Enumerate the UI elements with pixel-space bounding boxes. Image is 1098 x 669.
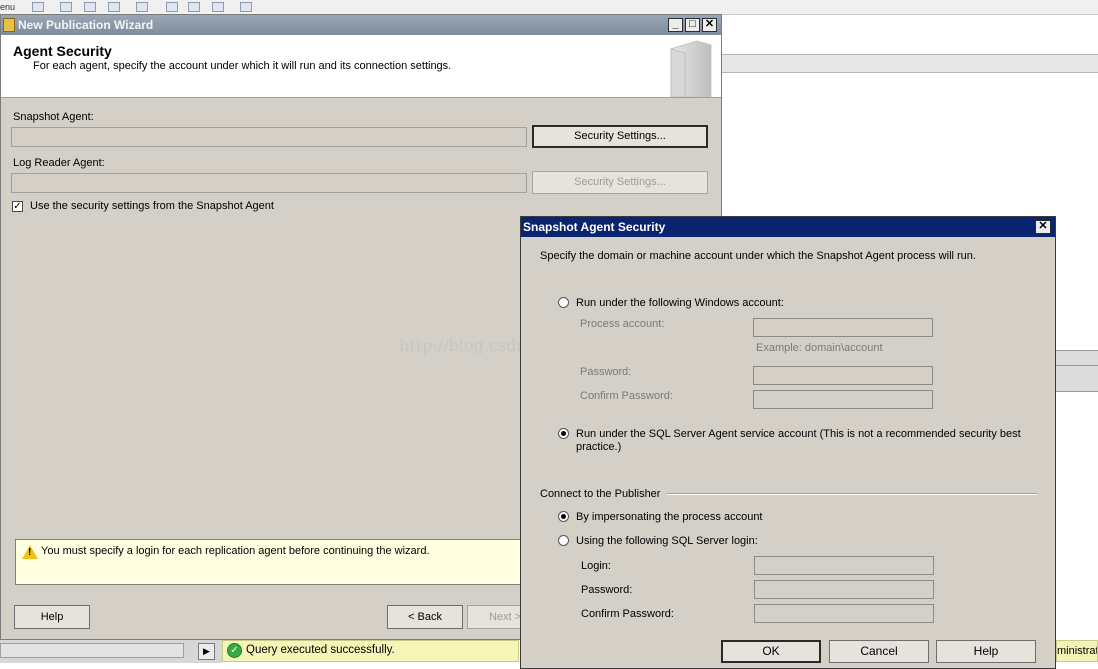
toolbar-save-icon[interactable]: [188, 2, 200, 12]
dialog-title: Snapshot Agent Security: [523, 220, 666, 234]
snapshot-agent-field: [11, 127, 527, 147]
log-reader-security-settings-button[interactable]: Security Settings...: [532, 171, 708, 194]
dialog-help-button[interactable]: Help: [936, 640, 1036, 663]
password-label: Password:: [580, 366, 632, 378]
group-divider: [667, 493, 1037, 495]
confirm-password-input: [753, 390, 933, 409]
warning-panel: ! You must specify a login for each repl…: [15, 539, 521, 585]
close-icon[interactable]: ✕: [702, 18, 717, 32]
toolbar-open-icon[interactable]: [166, 2, 178, 12]
wizard-header: Agent Security For each agent, specify t…: [1, 35, 721, 98]
password-input: [753, 366, 933, 385]
process-account-label: Process account:: [580, 318, 665, 330]
radio-windows-account-label: Run under the following Windows account:: [576, 297, 784, 309]
login-password-input: [754, 580, 934, 599]
radio-impersonate-label: By impersonating the process account: [576, 511, 763, 523]
help-button[interactable]: Help: [14, 605, 90, 629]
login-confirm-password-label: Confirm Password:: [581, 608, 674, 620]
snapshot-agent-security-dialog: Snapshot Agent Security ✕ Specify the do…: [520, 216, 1056, 669]
dialog-instruction: Specify the domain or machine account un…: [540, 250, 976, 262]
toolbar-print-icon[interactable]: [212, 2, 224, 12]
horizontal-scrollbar[interactable]: [0, 643, 184, 658]
background-panel-header: [722, 54, 1098, 73]
back-button[interactable]: < Back: [387, 605, 463, 629]
toolbar-report-icon[interactable]: [240, 2, 252, 12]
login-password-label: Password:: [581, 584, 633, 596]
wizard-titlebar[interactable]: New Publication Wizard _ □ ✕: [1, 15, 721, 35]
wizard-app-icon: [3, 18, 15, 32]
log-reader-agent-field: [11, 173, 527, 193]
toolbar-mdx-icon[interactable]: [60, 2, 72, 12]
toolbar-dmx-icon[interactable]: [84, 2, 96, 12]
process-account-input: [753, 318, 933, 337]
background-menu-fragment: enu: [0, 2, 16, 12]
radio-windows-account[interactable]: [558, 297, 569, 308]
background-divider: [1056, 365, 1098, 366]
log-reader-agent-label: Log Reader Agent:: [13, 157, 105, 169]
use-snapshot-settings-label: Use the security settings from the Snaps…: [30, 200, 274, 212]
query-status-bar: ✓ Query executed successfully.: [222, 640, 519, 662]
maximize-icon[interactable]: □: [685, 18, 700, 32]
ok-button[interactable]: OK: [721, 640, 821, 663]
warning-text: You must specify a login for each replic…: [41, 545, 430, 557]
cancel-button[interactable]: Cancel: [829, 640, 929, 663]
toolbar-query-icon[interactable]: [136, 2, 148, 12]
dialog-close-icon[interactable]: ✕: [1035, 220, 1051, 234]
page-title: Agent Security: [13, 43, 112, 59]
background-panel-tabs: [1056, 350, 1098, 392]
snapshot-security-settings-button[interactable]: Security Settings...: [532, 125, 708, 148]
toolbar-new-icon[interactable]: [32, 2, 44, 12]
book-icon: [670, 40, 712, 97]
wizard-title: New Publication Wizard: [18, 18, 154, 32]
radio-sql-login-label: Using the following SQL Server login:: [576, 535, 758, 547]
radio-sql-agent-account-label: Run under the SQL Server Agent service a…: [576, 428, 1021, 453]
use-snapshot-settings-checkbox[interactable]: ✓: [12, 201, 23, 212]
radio-impersonate[interactable]: [558, 511, 569, 522]
confirm-password-label: Confirm Password:: [580, 390, 673, 402]
login-label: Login:: [581, 560, 611, 572]
example-hint: Example: domain\account: [756, 342, 883, 354]
scroll-right-icon[interactable]: ▶: [198, 643, 215, 660]
status-text: Query executed successfully.: [246, 644, 395, 656]
connect-publisher-group-label: Connect to the Publisher: [540, 488, 661, 500]
toolbar-xmla-icon[interactable]: [108, 2, 120, 12]
login-confirm-password-input: [754, 604, 934, 623]
background-toolbar: enu: [0, 0, 1098, 15]
snapshot-agent-label: Snapshot Agent:: [13, 111, 94, 123]
minimize-icon[interactable]: _: [668, 18, 683, 32]
radio-sql-login[interactable]: [558, 535, 569, 546]
success-check-icon: ✓: [227, 643, 242, 658]
background-admin-text: ministrato: [1056, 640, 1098, 662]
radio-sql-agent-account[interactable]: [558, 428, 569, 439]
login-input: [754, 556, 934, 575]
page-subtitle: For each agent, specify the account unde…: [33, 60, 452, 72]
dialog-titlebar[interactable]: Snapshot Agent Security ✕: [521, 217, 1055, 237]
